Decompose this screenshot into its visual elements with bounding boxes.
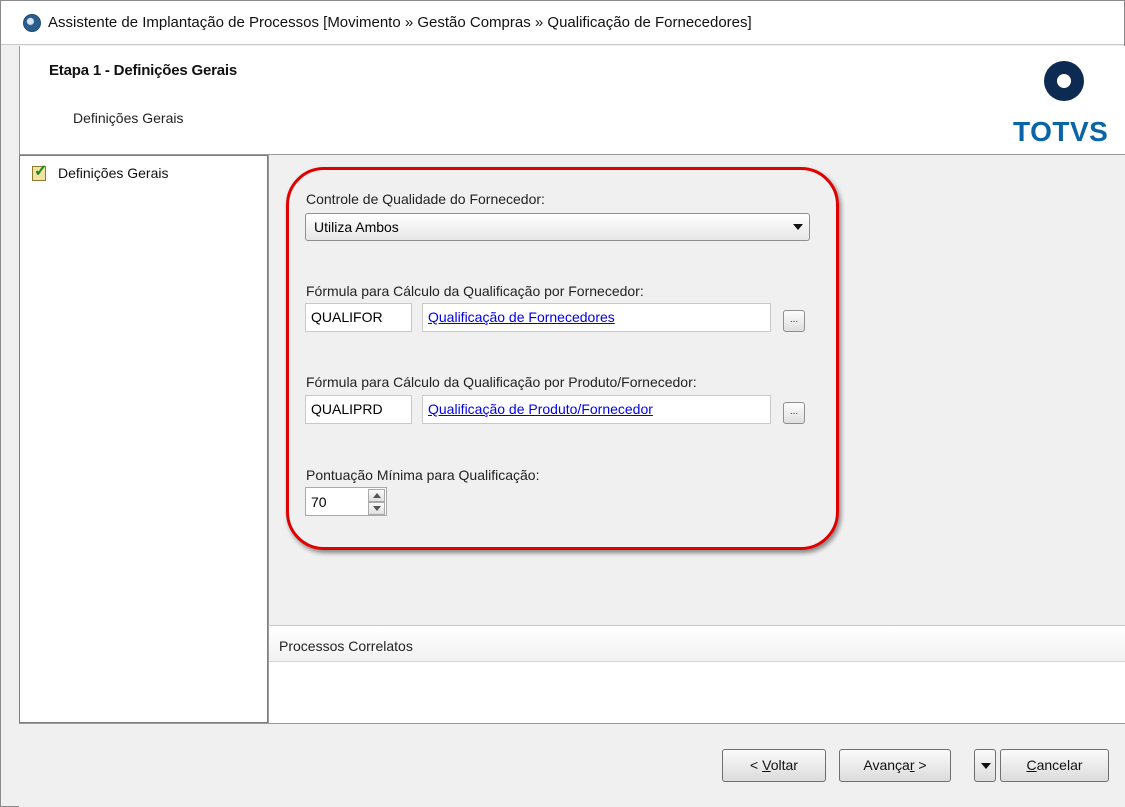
quality-control-select[interactable]: Utiliza Ambos [305,213,810,241]
step-subtitle: Definições Gerais [73,110,184,126]
options-dropdown-button[interactable] [974,749,996,782]
checked-clipboard-icon: ✓ [32,163,48,181]
min-score-value: 70 [311,494,327,510]
window-title: Assistente de Implantação de Processos [… [48,14,752,31]
step-title: Etapa 1 - Definições Gerais [49,62,238,79]
wizard-header: Etapa 1 - Definições Gerais Definições G… [19,46,1125,155]
quality-control-label: Controle de Qualidade do Fornecedor: [306,191,545,207]
logo-text: TOTVS [1013,116,1109,147]
spin-down-icon[interactable] [368,502,385,515]
product-supplier-formula-link[interactable]: Qualificação de Produto/Fornecedor [428,401,653,417]
product-supplier-formula-code-field[interactable]: QUALIPRD [305,395,412,424]
product-supplier-formula-lookup-button[interactable]: ... [783,402,805,424]
min-score-stepper[interactable]: 70 [305,487,387,516]
related-processes-header: Processos Correlatos [269,626,1125,662]
quality-control-value: Utiliza Ambos [314,219,399,235]
cancel-button[interactable]: Cancelar [1000,749,1109,782]
logo-mark-icon [1044,61,1084,101]
tree-item-definicoes-gerais[interactable]: ✓ Definições Gerais [30,164,169,182]
min-score-label: Pontuação Mínima para Qualificação: [306,467,540,483]
tree-item-label: Definições Gerais [58,165,169,181]
product-supplier-formula-label: Fórmula para Cálculo da Qualificação por… [306,374,697,390]
title-bar: Assistente de Implantação de Processos [… [1,1,1124,45]
chevron-down-icon [981,763,991,769]
wizard-footer: < Voltar Avançar > Cancelar [19,723,1125,807]
product-supplier-formula-description[interactable]: Qualificação de Produto/Fornecedor [422,395,771,424]
supplier-formula-link[interactable]: Qualificação de Fornecedores [428,309,615,325]
spin-up-icon[interactable] [368,489,385,502]
wizard-window: Assistente de Implantação de Processos [… [0,0,1125,807]
supplier-formula-code-field[interactable]: QUALIFOR [305,303,412,332]
supplier-formula-lookup-button[interactable]: ... [783,310,805,332]
steps-tree: ✓ Definições Gerais [19,155,268,723]
next-button[interactable]: Avançar > [839,749,951,782]
app-icon [23,13,41,32]
totvs-logo: TOTVS [1013,61,1109,147]
supplier-formula-description[interactable]: Qualificação de Fornecedores [422,303,771,332]
chevron-down-icon [793,224,803,230]
related-processes-panel: Processos Correlatos [268,625,1125,723]
supplier-formula-label: Fórmula para Cálculo da Qualificação por… [306,283,644,299]
back-button[interactable]: < Voltar [722,749,826,782]
